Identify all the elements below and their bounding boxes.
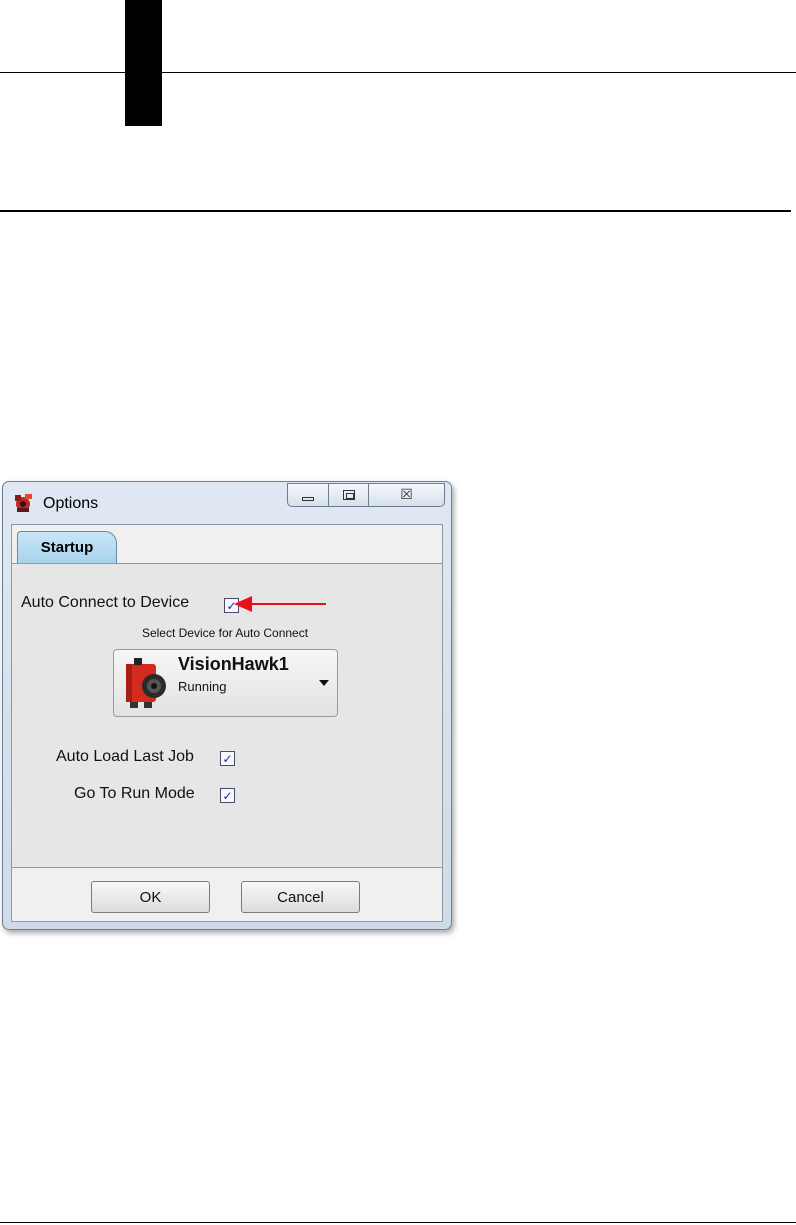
app-logo-icon	[15, 494, 32, 512]
auto-load-last-job-label: Auto Load Last Job	[56, 748, 194, 765]
title-bar[interactable]: Options ☒	[3, 482, 451, 524]
annotation-arrow-icon	[234, 596, 326, 612]
section-rule	[0, 210, 791, 212]
ok-button[interactable]: OK	[91, 881, 210, 913]
cancel-button[interactable]: Cancel	[241, 881, 360, 913]
window-controls: ☒	[287, 483, 445, 507]
page-edge-tab	[125, 0, 162, 126]
device-status: Running	[178, 679, 227, 694]
dialog-title: Options	[43, 495, 99, 512]
chevron-down-icon	[319, 680, 329, 686]
select-device-label: Select Device for Auto Connect	[141, 626, 309, 640]
auto-load-last-job-checkbox[interactable]: ✓	[220, 751, 235, 766]
minimize-button[interactable]	[287, 483, 329, 507]
tab-startup[interactable]: Startup	[17, 531, 117, 563]
auto-connect-label: Auto Connect to Device	[21, 594, 190, 611]
device-name: VisionHawk1	[178, 654, 289, 674]
maximize-icon	[342, 490, 355, 500]
check-icon: ✓	[222, 751, 233, 766]
device-dropdown[interactable]: VisionHawk1 Running	[113, 649, 338, 717]
header-rule	[0, 72, 796, 73]
dialog-client-area: Startup	[11, 524, 443, 922]
maximize-button[interactable]	[329, 483, 369, 507]
go-to-run-mode-label: Go To Run Mode	[74, 785, 195, 802]
minimize-icon	[302, 497, 314, 501]
close-icon: ☒	[400, 487, 413, 503]
camera-device-icon	[126, 658, 166, 708]
check-icon: ✓	[222, 788, 233, 803]
footer-rule	[0, 1222, 796, 1223]
go-to-run-mode-checkbox[interactable]: ✓	[220, 788, 235, 803]
close-button[interactable]: ☒	[369, 483, 445, 507]
